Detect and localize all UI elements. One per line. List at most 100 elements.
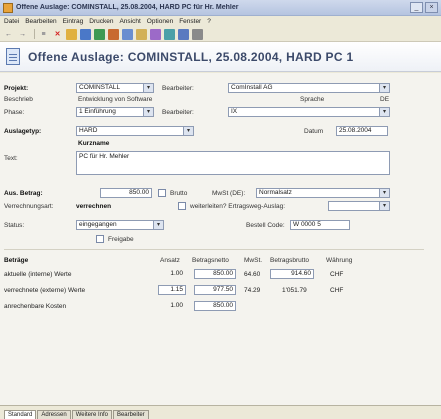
datum-input[interactable]: 25.08.2004 <box>336 126 388 136</box>
brutto-label: Brutto <box>170 190 188 197</box>
menu-optionen[interactable]: Optionen <box>147 18 173 25</box>
table-header-netto: Betragsnetto <box>192 257 229 264</box>
weiterleiten-label: weiterleiten? Ertragsweg-Auslag: <box>190 203 286 210</box>
text-field[interactable]: PC für Hr. Mehler <box>76 151 390 175</box>
datum-label: Datum <box>304 128 324 135</box>
table-header-mwst: MwSt. <box>244 257 263 264</box>
sprache-value: DE <box>380 96 390 103</box>
betrag-label: Aus. Betrag: <box>4 190 43 197</box>
chevron-down-icon: ▾ <box>153 221 163 229</box>
beschreibung-label: Beschrieb <box>4 96 33 103</box>
mwst-label: MwSt (DE): <box>212 190 246 197</box>
forward-arrow-icon[interactable]: → <box>17 29 28 40</box>
menu-ansicht[interactable]: Ansicht <box>119 18 140 25</box>
phase-label: Phase: <box>4 109 25 116</box>
document-icon <box>6 48 20 65</box>
kurzname-label: Kurzname <box>78 140 110 147</box>
status-value: eingegangen <box>79 221 117 228</box>
table-row-ansatz-input[interactable]: 1.15 <box>158 285 186 295</box>
chevron-down-icon: ▾ <box>143 84 153 92</box>
toolbar: ← → ≡ ✕ <box>0 27 441 42</box>
freigabe-checkbox[interactable] <box>96 235 104 243</box>
auslage-select[interactable]: HARD ▾ <box>76 126 194 136</box>
bestell-input[interactable]: W 0000 5 <box>290 220 350 230</box>
menu-bearbeiten[interactable]: Bearbeiten <box>25 18 56 25</box>
table-row-mwst: 64.60 <box>244 271 261 278</box>
table-icon[interactable] <box>80 28 91 40</box>
detail-form: Projekt: COMINSTALL ▾ Bearbeiter: ComInst… <box>0 73 441 405</box>
refresh-icon[interactable] <box>164 28 175 40</box>
toolbar-separator <box>34 29 35 39</box>
chevron-down-icon: ▾ <box>379 84 389 92</box>
bearbeiter-label: Bearbeiter: <box>162 85 194 92</box>
projekt-value: COMINSTALL <box>79 84 121 91</box>
table-row-netto-input[interactable]: 850.00 <box>194 269 236 279</box>
menu-bar: Datei Bearbeiten Eintrag Drucken Ansicht… <box>0 16 441 27</box>
table-row-name: aktuelle (interne) Werte <box>4 271 72 278</box>
person-icon[interactable] <box>108 28 119 40</box>
projekt-label: Projekt: <box>4 85 29 92</box>
page-title: Offene Auslage: COMINSTALL, 25.08.2004, … <box>28 49 354 64</box>
tab-standard[interactable]: Standard <box>4 410 37 419</box>
chevron-down-icon: ▾ <box>379 189 389 197</box>
menu-datei[interactable]: Datei <box>4 18 19 25</box>
title-bar[interactable]: Offene Auslage: COMINSTALL, 25.08.2004, … <box>0 0 441 16</box>
chart-icon[interactable] <box>94 28 105 40</box>
status-select[interactable]: eingegangen ▾ <box>76 220 164 230</box>
table-row-netto-input[interactable]: 850.00 <box>194 301 236 311</box>
bearbeiter2-label: Bearbeiter: <box>162 109 194 116</box>
status-label: Status: <box>4 222 25 229</box>
table-header-ansatz: Ansatz <box>160 257 180 264</box>
calendar-icon[interactable] <box>122 28 133 40</box>
verrechnung-label: Verrechnungsart: <box>4 203 54 210</box>
mwst-select[interactable]: Normalsatz ▾ <box>256 188 390 198</box>
tab-bearbeiter[interactable]: Bearbeiter <box>112 410 149 419</box>
delete-icon[interactable]: ✕ <box>52 29 63 40</box>
table-row-mwst: 74.29 <box>244 287 261 294</box>
freigabe-label: Freigabe <box>108 236 134 243</box>
table-header-betraege: Beträge <box>4 257 29 264</box>
table-header-waehrung: Währung <box>326 257 353 264</box>
mwst-value: Normalsatz <box>259 189 292 196</box>
beschreibung-value: Entwicklung von Software <box>78 96 153 103</box>
minimize-icon[interactable]: _ <box>410 2 423 13</box>
help-icon[interactable] <box>178 28 189 40</box>
tab-weitere-info[interactable]: Weitere Info <box>71 410 112 419</box>
back-arrow-icon[interactable]: ← <box>3 29 14 40</box>
verrechnung-value: verrechnen <box>76 203 112 210</box>
chevron-down-icon: ▾ <box>183 127 193 135</box>
bestell-label: Bestell Code: <box>246 222 285 229</box>
close-icon[interactable]: × <box>425 2 438 13</box>
note-icon[interactable] <box>150 28 161 40</box>
user-icon[interactable] <box>66 28 77 40</box>
brutto-checkbox[interactable] <box>158 189 166 197</box>
chevron-down-icon: ▾ <box>379 108 389 116</box>
table-row-name: verrechnete (externe) Werte <box>4 287 86 294</box>
projekt-select[interactable]: COMINSTALL ▾ <box>76 83 154 93</box>
auslage-value: HARD <box>79 127 98 134</box>
menu-fenster[interactable]: Fenster <box>179 18 201 25</box>
table-row-brutto-input[interactable]: 914.60 <box>270 269 314 279</box>
tab-adressen[interactable]: Adressen <box>37 410 71 419</box>
bearbeiter-value: ComInstall AG <box>231 84 273 91</box>
menu-eintrag[interactable]: Eintrag <box>63 18 84 25</box>
menu-help[interactable]: ? <box>207 18 211 25</box>
table-row-netto-input[interactable]: 977.50 <box>194 285 236 295</box>
bearbeiter2-value: IX <box>231 108 238 115</box>
table-header-brutto: Betragsbrutto <box>270 257 310 264</box>
bearbeiter2-select[interactable]: IX ▾ <box>228 107 390 117</box>
ertragsweg-select[interactable]: ▾ <box>328 201 390 211</box>
app-icon <box>3 2 13 13</box>
list-icon[interactable]: ≡ <box>38 29 49 40</box>
table-row-brutto: 1'051.79 <box>282 287 307 294</box>
weiterleiten-checkbox[interactable] <box>178 202 186 210</box>
app-window: Offene Auslage: COMINSTALL, 25.08.2004, … <box>0 0 441 419</box>
mail-icon[interactable] <box>136 28 147 40</box>
table-row-waehrung: CHF <box>330 287 344 294</box>
phase-select[interactable]: 1 Einführung ▾ <box>76 107 154 117</box>
record-header: Offene Auslage: COMINSTALL, 25.08.2004, … <box>0 42 441 72</box>
print-icon[interactable] <box>192 28 203 40</box>
menu-drucken[interactable]: Drucken <box>89 18 113 25</box>
bearbeiter-select[interactable]: ComInstall AG ▾ <box>228 83 390 93</box>
betrag-input[interactable]: 850.00 <box>100 188 152 198</box>
